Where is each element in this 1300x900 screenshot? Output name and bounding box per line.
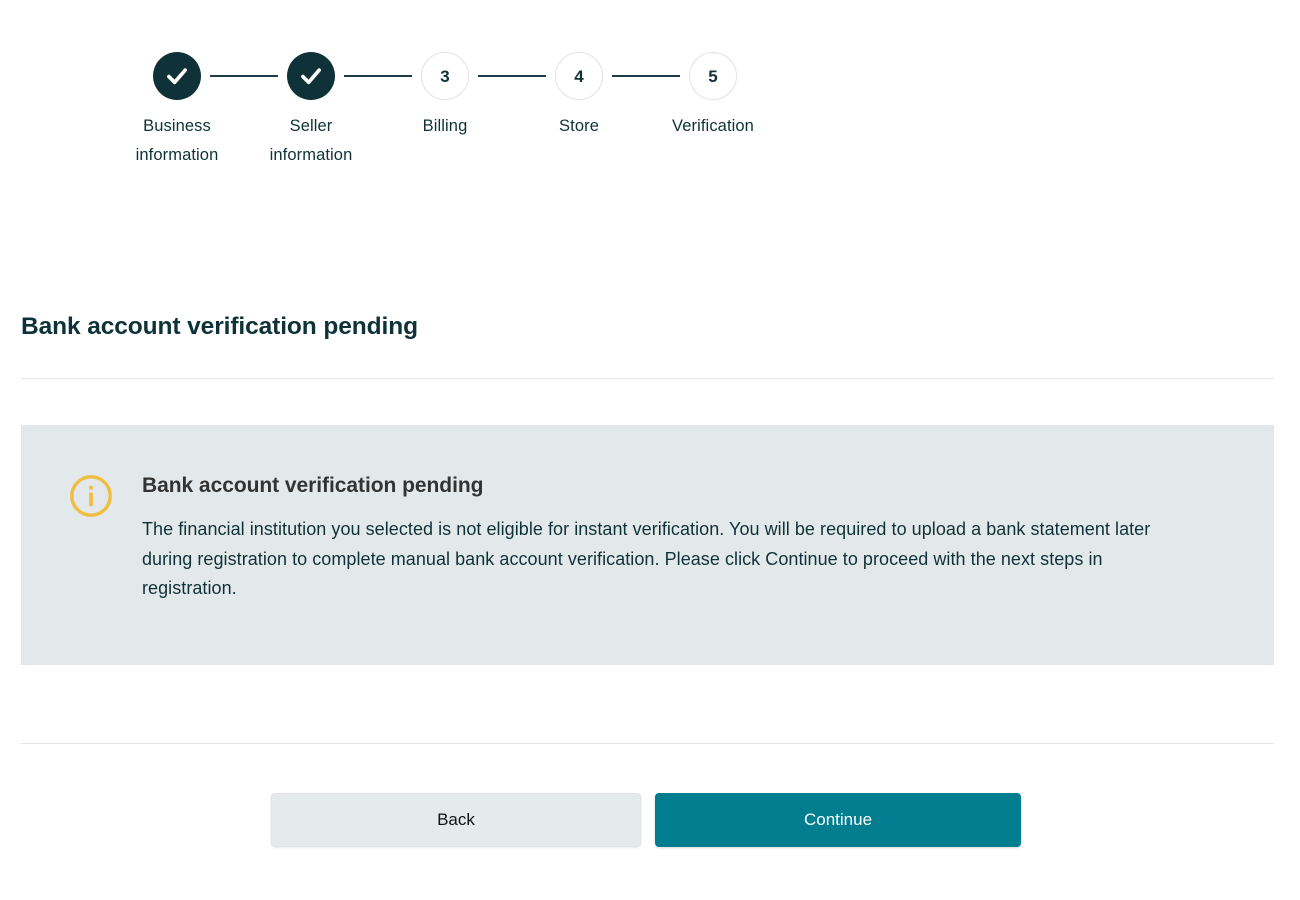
back-button[interactable]: Back: [271, 793, 641, 847]
step-indicator-number: 4: [555, 52, 603, 100]
check-icon: [167, 68, 187, 85]
continue-button[interactable]: Continue: [655, 793, 1021, 847]
step-indicator-number: 3: [421, 52, 469, 100]
check-icon: [301, 68, 321, 85]
registration-stepper: Business information Seller information …: [113, 52, 777, 170]
step-indicator-completed: [287, 52, 335, 100]
step-verification[interactable]: 5 Verification: [649, 52, 777, 141]
alert-message: The financial institution you selected i…: [142, 519, 1151, 599]
step-label: Store: [559, 117, 599, 135]
step-indicator-completed: [153, 52, 201, 100]
step-label: Seller information: [269, 117, 353, 164]
divider-top: [21, 378, 1274, 379]
info-circle-icon: [68, 473, 114, 519]
alert-heading: Bank account verification pending: [142, 474, 484, 497]
step-label: Billing: [422, 117, 468, 135]
step-indicator-number: 5: [689, 52, 737, 100]
step-label: Business information: [135, 117, 219, 164]
divider-bottom: [21, 743, 1274, 744]
page-title: Bank account verification pending: [21, 313, 418, 340]
step-label: Verification: [672, 117, 754, 135]
alert-bank-verification-pending: Bank account verification pending The fi…: [21, 425, 1274, 665]
registration-page: Business information Seller information …: [0, 0, 1300, 900]
alert-content: Bank account verification pending The fi…: [142, 471, 1197, 604]
